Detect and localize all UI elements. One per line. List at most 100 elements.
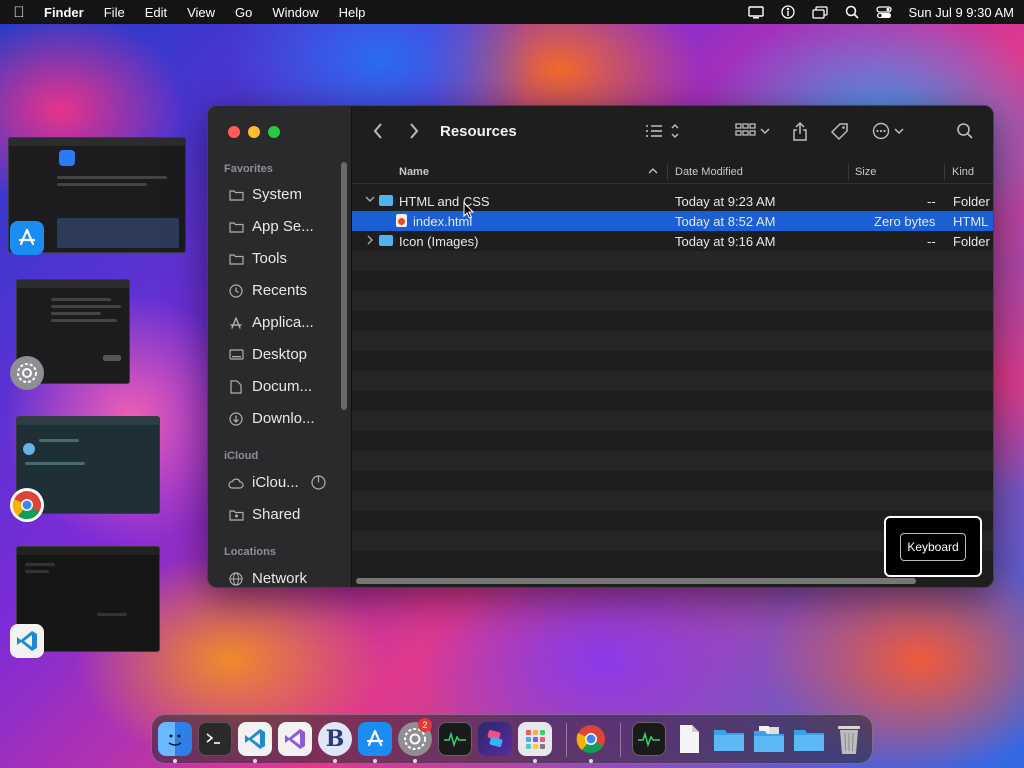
- bbedit-icon[interactable]: B: [318, 722, 352, 756]
- vscode-icon[interactable]: [238, 722, 272, 756]
- control-center-icon[interactable]: [876, 5, 893, 19]
- tag-icon[interactable]: [830, 122, 850, 146]
- sidebar-item-recents[interactable]: Recents: [228, 282, 338, 299]
- window-switcher-icon[interactable]: [812, 5, 829, 19]
- column-size[interactable]: Size: [855, 166, 876, 178]
- minimize-button[interactable]: [248, 126, 260, 138]
- column-date-modified[interactable]: Date Modified: [675, 166, 743, 178]
- file-name: Icon (Images): [399, 234, 479, 249]
- back-chevron-icon[interactable]: [372, 120, 384, 146]
- mouse-cursor-icon: [463, 202, 474, 219]
- table-row[interactable]: HTML and CSS Today at 9:23 AM -- Folder: [352, 191, 993, 211]
- window-controls: [228, 126, 280, 138]
- folder-icon[interactable]: [752, 722, 786, 756]
- sidebar-item-label: Desktop: [252, 346, 308, 363]
- sync-progress-icon: [310, 475, 326, 490]
- folder-icon[interactable]: [792, 722, 826, 756]
- menu-help[interactable]: Help: [339, 5, 366, 20]
- column-kind[interactable]: Kind: [952, 166, 974, 178]
- menu-edit[interactable]: Edit: [145, 5, 167, 20]
- sidebar-item-downloads[interactable]: Downlo...: [228, 410, 338, 427]
- zoom-button[interactable]: [268, 126, 280, 138]
- table-row-selected[interactable]: index.html Today at 8:52 AM Zero bytes H…: [352, 211, 993, 231]
- disclosure-collapsed-icon[interactable]: [366, 235, 374, 248]
- keyboard-overlay: Keyboard: [884, 516, 982, 577]
- column-name[interactable]: Name: [399, 166, 429, 178]
- app-store-icon[interactable]: [358, 722, 392, 756]
- sidebar-item-shared[interactable]: Shared: [228, 506, 338, 523]
- activity-monitor-icon[interactable]: [438, 722, 472, 756]
- menu-file[interactable]: File: [104, 5, 125, 20]
- chrome-icon[interactable]: [10, 488, 44, 522]
- disclosure-expanded-icon[interactable]: [365, 195, 375, 206]
- sidebar-item-applications[interactable]: Applica...: [228, 314, 338, 331]
- chrome-icon[interactable]: [574, 722, 608, 756]
- sidebar-scrollbar[interactable]: [341, 162, 347, 410]
- finder-window: Favorites System App Se... Tools Recents…: [207, 105, 994, 588]
- close-button[interactable]: [228, 126, 240, 138]
- visual-studio-icon[interactable]: [278, 722, 312, 756]
- cloud-icon: [228, 476, 244, 490]
- file-size: --: [927, 194, 936, 209]
- finder-toolbar: Resources: [352, 106, 993, 158]
- file-kind: HTML: [953, 214, 989, 229]
- folder-icon: [379, 235, 393, 246]
- finder-icon[interactable]: [158, 722, 192, 756]
- shortcuts-icon[interactable]: [478, 722, 512, 756]
- sidebar-item-icloud-drive[interactable]: iClou...: [228, 474, 338, 491]
- menu-bar:  Finder File Edit View Go Window Help S…: [0, 0, 1024, 24]
- file-name: HTML and CSS: [399, 194, 490, 209]
- menu-clock[interactable]: Sun Jul 9 9:30 AM: [908, 5, 1014, 20]
- forward-chevron-icon[interactable]: [408, 120, 420, 146]
- column-header: Name Date Modified Size Kind: [352, 160, 993, 184]
- share-icon[interactable]: [792, 121, 808, 146]
- launchpad-icon[interactable]: [518, 722, 552, 756]
- menu-view[interactable]: View: [187, 5, 215, 20]
- sidebar-item-app-se[interactable]: App Se...: [228, 218, 338, 235]
- file-date: Today at 8:52 AM: [675, 214, 776, 229]
- trash-icon[interactable]: [832, 722, 866, 756]
- table-row[interactable]: Icon (Images) Today at 9:16 AM -- Folder: [352, 231, 993, 251]
- document-icon: [228, 379, 244, 394]
- menu-app-finder[interactable]: Finder: [44, 5, 84, 20]
- file-kind: Folder: [953, 194, 990, 209]
- sidebar-item-label: iClou...: [252, 474, 299, 491]
- vscode-icon[interactable]: [10, 624, 44, 658]
- sort-chevron-up-icon[interactable]: [648, 166, 658, 178]
- activity-monitor-small-icon[interactable]: [632, 722, 666, 756]
- document-icon[interactable]: [672, 722, 706, 756]
- sidebar-item-label: Tools: [252, 250, 288, 267]
- folder-icon[interactable]: [712, 722, 746, 756]
- search-icon[interactable]: [844, 5, 860, 19]
- sidebar-item-desktop[interactable]: Desktop: [228, 346, 338, 363]
- sidebar-item-documents[interactable]: Docum...: [228, 378, 338, 395]
- file-date: Today at 9:16 AM: [675, 234, 776, 249]
- more-actions-icon[interactable]: [872, 122, 908, 144]
- sidebar-item-tools[interactable]: Tools: [228, 250, 338, 267]
- app-store-icon[interactable]: [10, 221, 44, 255]
- apple-icon[interactable]: : [10, 4, 28, 21]
- sidebar-item-label: Docum...: [252, 378, 313, 395]
- horizontal-scrollbar[interactable]: [356, 578, 916, 584]
- search-icon[interactable]: [956, 122, 974, 144]
- terminal-icon[interactable]: [198, 722, 232, 756]
- list-view-icon[interactable]: [644, 122, 682, 144]
- accessibility-icon[interactable]: [780, 5, 796, 19]
- menu-go[interactable]: Go: [235, 5, 252, 20]
- folder-outline-icon: [228, 220, 244, 234]
- file-date: Today at 9:23 AM: [675, 194, 776, 209]
- folder-icon: [379, 195, 393, 206]
- sidebar-item-label: Downlo...: [252, 410, 315, 427]
- system-settings-icon[interactable]: [10, 356, 44, 390]
- menu-window[interactable]: Window: [272, 5, 318, 20]
- folder-title: Resources: [440, 123, 517, 140]
- sidebar-section-favorites: Favorites: [224, 163, 273, 175]
- display-icon[interactable]: [748, 5, 765, 19]
- sidebar-item-label: Network: [252, 570, 308, 587]
- shared-folder-icon: [228, 508, 244, 522]
- folder-outline-icon: [228, 188, 244, 202]
- sidebar-item-network[interactable]: Network: [228, 570, 338, 587]
- sidebar-item-system[interactable]: System: [228, 186, 338, 203]
- folder-outline-icon: [228, 252, 244, 266]
- group-view-icon[interactable]: [734, 122, 772, 144]
